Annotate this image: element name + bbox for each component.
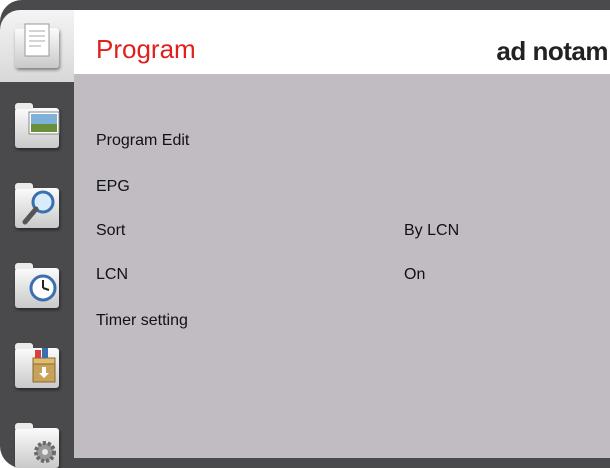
search-folder-icon: [9, 178, 65, 234]
sidebar-item-program[interactable]: [0, 10, 74, 82]
lcn-value[interactable]: On: [404, 266, 425, 284]
brand-logo: ad notam: [496, 36, 608, 67]
menu-item-sort[interactable]: Sort: [96, 222, 125, 240]
gear-folder-icon: [9, 418, 65, 468]
tv-menu-frame: Program ad notam Program Edit EPG Sort B…: [0, 0, 610, 468]
menu-item-program-edit[interactable]: Program Edit: [96, 132, 189, 150]
page-title: Program: [96, 34, 196, 65]
sidebar-item-time[interactable]: [0, 250, 74, 322]
box-folder-icon: [9, 338, 65, 394]
sidebar-item-picture[interactable]: [0, 90, 74, 162]
menu-item-lcn[interactable]: LCN: [96, 266, 128, 284]
sidebar-item-option[interactable]: [0, 330, 74, 402]
picture-folder-icon: [9, 98, 65, 154]
sidebar-item-search[interactable]: [0, 170, 74, 242]
sidebar-item-setup[interactable]: [0, 410, 74, 468]
menu-item-epg[interactable]: EPG: [96, 178, 130, 196]
menu-header: Program ad notam: [74, 10, 610, 74]
menu-panel: Program ad notam Program Edit EPG Sort B…: [74, 10, 610, 458]
clock-folder-icon: [9, 258, 65, 314]
category-sidebar: [0, 10, 74, 468]
menu-item-timer-setting[interactable]: Timer setting: [96, 312, 188, 330]
document-folder-icon: [9, 18, 65, 74]
sort-value[interactable]: By LCN: [404, 222, 459, 240]
